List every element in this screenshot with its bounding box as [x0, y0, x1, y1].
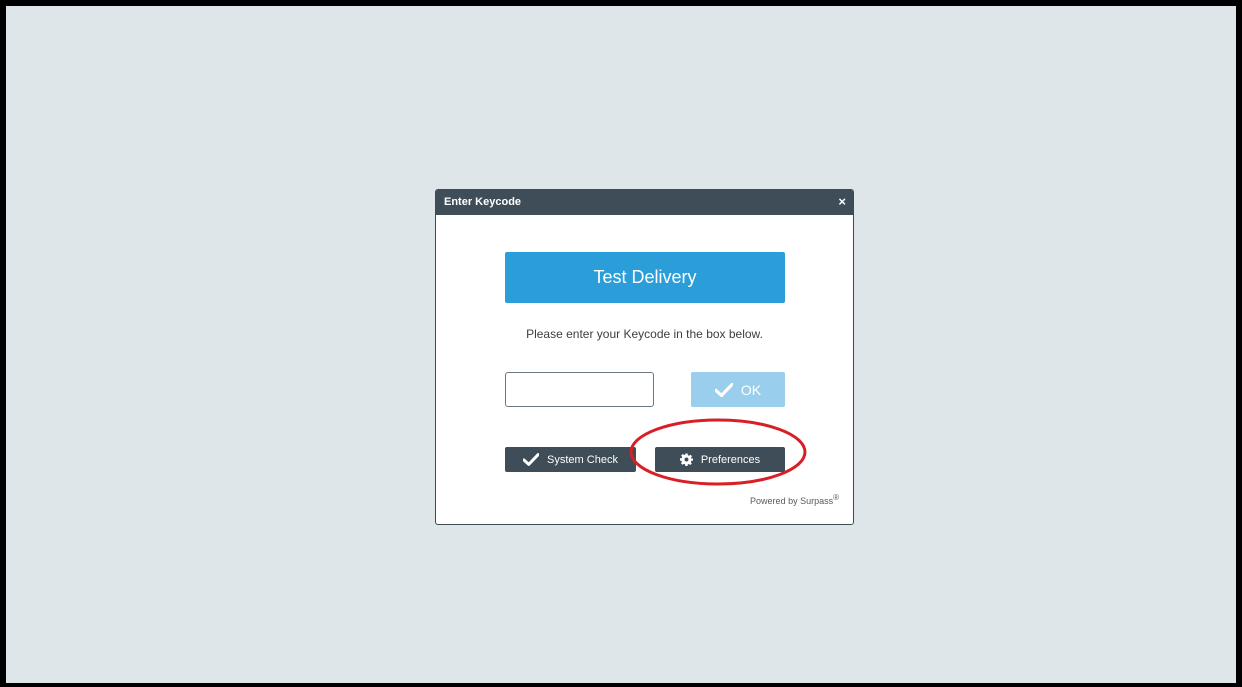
test-delivery-banner: Test Delivery — [505, 252, 785, 303]
ok-label: OK — [740, 381, 762, 398]
dialog-titlebar: Enter Keycode × — [436, 190, 853, 215]
system-check-button[interactable]: System Check — [505, 447, 636, 472]
keycode-dialog: Enter Keycode × Test Delivery Please ent… — [435, 189, 854, 525]
registered-mark: ® — [833, 493, 839, 502]
banner-label: Test Delivery — [593, 267, 697, 287]
preferences-button[interactable]: Preferences — [655, 447, 785, 472]
check-icon — [523, 453, 540, 466]
ok-button[interactable]: OK — [691, 372, 785, 407]
preferences-label: Preferences — [700, 453, 761, 466]
screen-frame: Enter Keycode × Test Delivery Please ent… — [0, 0, 1242, 687]
keycode-input[interactable] — [505, 372, 654, 407]
close-button[interactable]: × — [838, 194, 846, 209]
system-check-label: System Check — [547, 453, 618, 466]
instruction-text: Please enter your Keycode in the box bel… — [526, 327, 763, 341]
powered-by-text: Powered by Surpass — [750, 496, 834, 506]
check-icon — [714, 382, 733, 397]
gear-icon — [679, 453, 693, 466]
dialog-title: Enter Keycode — [444, 196, 522, 208]
powered-by-footer: Powered by Surpass® — [750, 493, 839, 506]
